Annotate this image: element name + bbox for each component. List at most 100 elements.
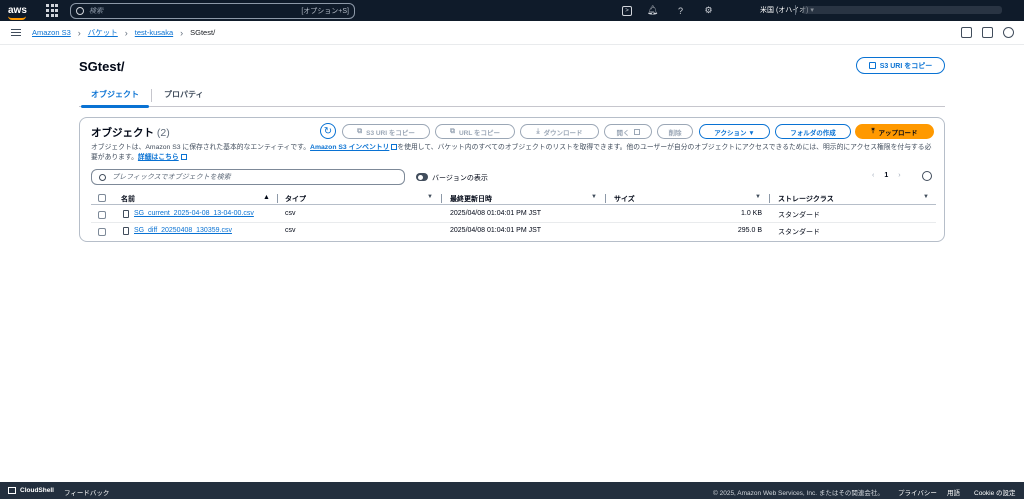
external-link-icon: [633, 128, 640, 135]
object-type: csv: [285, 227, 296, 234]
chevron-right-icon: ›: [77, 27, 81, 38]
top-navigation-bar: aws 検索 [オプション+S] > 🔔︎ ? ⚙ 米国 (オハイオ) ▾: [0, 0, 1024, 21]
breadcrumb-amazon-s3[interactable]: Amazon S3: [32, 28, 71, 37]
refresh-button[interactable]: ↻: [320, 123, 336, 139]
copy-s3-uri-header-button[interactable]: S3 URI をコピー: [856, 57, 945, 74]
notifications-panel-icon[interactable]: [961, 27, 972, 38]
object-storage-class: スタンダード: [778, 229, 820, 236]
split-panel-icon[interactable]: [982, 27, 993, 38]
column-divider[interactable]: [441, 194, 442, 203]
sort-icon[interactable]: ▼: [591, 194, 597, 200]
column-size[interactable]: サイズ: [614, 194, 635, 204]
row-checkbox[interactable]: [98, 228, 106, 236]
upload-button[interactable]: ⤒ アップロード: [855, 124, 934, 139]
tab-objects[interactable]: オブジェクト: [79, 86, 151, 108]
select-all-checkbox[interactable]: [98, 194, 106, 202]
file-icon: [123, 227, 129, 235]
prefix-search-input[interactable]: プレフィックスでオブジェクトを検索: [91, 169, 405, 185]
delete-button[interactable]: 削除: [657, 124, 693, 139]
search-shortcut-hint: [オプション+S]: [301, 7, 349, 15]
copy-icon: [868, 62, 876, 69]
feedback-link[interactable]: フィードバック: [64, 487, 109, 497]
chevron-right-icon: ›: [124, 27, 128, 38]
sort-icon[interactable]: ▼: [755, 194, 761, 200]
account-menu[interactable]: [802, 6, 1002, 14]
copy-s3-uri-button[interactable]: ⧉ S3 URI をコピー: [342, 124, 430, 139]
copy-url-button[interactable]: ⧉ URL をコピー: [435, 124, 515, 139]
sort-icon[interactable]: ▼: [923, 194, 929, 200]
info-panel-icon[interactable]: [1003, 27, 1014, 38]
column-divider[interactable]: [605, 194, 606, 203]
sort-icon[interactable]: ▼: [427, 194, 433, 200]
aws-logo[interactable]: aws: [8, 6, 36, 20]
sort-ascending-icon[interactable]: ▲: [263, 194, 270, 201]
cloudshell-icon[interactable]: >: [622, 5, 632, 16]
object-type: csv: [285, 210, 296, 217]
create-folder-button[interactable]: フォルダの作成: [775, 124, 851, 139]
object-last-modified: 2025/04/08 01:04:01 PM JST: [450, 227, 542, 234]
object-name-link[interactable]: SG_current_2025-04-08_13-04-00.csv: [134, 210, 254, 217]
breadcrumb: Amazon S3 › バケット › test-kusaka › SGtest/: [32, 27, 215, 38]
copyright-text: © 2025, Amazon Web Services, Inc. またはその関…: [713, 490, 884, 497]
gear-icon[interactable]: ⚙: [701, 3, 716, 18]
objects-panel: オブジェクト (2) ↻ ⧉ S3 URI をコピー ⧉ URL をコピー ⤓ …: [79, 117, 945, 242]
row-checkbox[interactable]: [98, 211, 106, 219]
copy-icon: ⧉: [357, 127, 363, 135]
object-storage-class: スタンダード: [778, 212, 820, 219]
inventory-link[interactable]: Amazon S3 インベントリ: [310, 144, 389, 151]
column-divider[interactable]: [769, 194, 770, 203]
objects-description: オブジェクトは、Amazon S3 に保存された基本的なエンティティです。Ama…: [91, 143, 936, 163]
next-page-icon[interactable]: ›: [898, 172, 900, 179]
download-button[interactable]: ⤓ ダウンロード: [520, 124, 599, 139]
cloudshell-label: CloudShell: [20, 487, 54, 494]
external-link-icon: [180, 154, 187, 160]
column-storage-class[interactable]: ストレージクラス: [778, 194, 834, 204]
breadcrumb-bucket[interactable]: test-kusaka: [135, 28, 173, 37]
refresh-icon: ↻: [323, 125, 333, 137]
actions-dropdown-button[interactable]: アクション ▼: [699, 124, 770, 139]
tab-properties[interactable]: プロパティ: [152, 86, 216, 107]
cookie-settings-link[interactable]: Cookie の設定: [974, 487, 1016, 497]
tab-bar: オブジェクト プロパティ: [79, 86, 945, 108]
column-last-modified[interactable]: 最終更新日時: [450, 194, 492, 204]
upload-label: アップロード: [878, 129, 918, 137]
prev-page-icon[interactable]: ‹: [872, 172, 874, 179]
column-type[interactable]: タイプ: [285, 194, 306, 204]
current-page[interactable]: 1: [884, 172, 888, 179]
cloudshell-button[interactable]: CloudShell: [8, 487, 54, 494]
prefix-search-placeholder: プレフィックスでオブジェクトを検索: [112, 174, 231, 181]
upload-icon: ⤒: [871, 127, 875, 135]
show-versions-toggle[interactable]: [416, 173, 428, 181]
menu-icon[interactable]: [11, 27, 21, 39]
table-row: SG_current_2025-04-08_13-04-00.csv csv 2…: [91, 207, 936, 223]
create-folder-label: フォルダの作成: [790, 129, 836, 137]
objects-title-text: オブジェクト: [91, 127, 154, 139]
bell-icon[interactable]: 🔔︎: [645, 3, 660, 18]
copy-s3-uri-header-label: S3 URI をコピー: [879, 62, 933, 70]
file-icon: [123, 210, 129, 218]
privacy-link[interactable]: プライバシー: [898, 487, 937, 497]
open-button[interactable]: 開く: [604, 124, 652, 139]
learn-more-link[interactable]: 詳細はこちら: [138, 154, 179, 161]
terms-link[interactable]: 用語: [947, 487, 960, 497]
breadcrumb-current: SGtest/: [190, 28, 216, 37]
column-name[interactable]: 名前: [121, 194, 135, 204]
actions-label: アクション ▼: [714, 129, 755, 137]
table-row: SG_diff_20250408_130359.csv csv 2025/04/…: [91, 224, 936, 240]
global-search-input[interactable]: 検索 [オプション+S]: [70, 2, 355, 19]
services-grid-icon[interactable]: [46, 3, 60, 18]
breadcrumb-bar: Amazon S3 › バケット › test-kusaka › SGtest/: [0, 21, 1024, 45]
help-icon[interactable]: ?: [673, 3, 688, 18]
table-settings-icon[interactable]: [922, 171, 932, 181]
description-text-1: オブジェクトは、Amazon S3 に保存された基本的なエンティティです。: [91, 144, 311, 151]
delete-label: 削除: [668, 129, 682, 137]
show-versions-label: バージョンの表示: [432, 175, 488, 182]
terminal-icon: [8, 487, 16, 494]
search-icon: [99, 173, 106, 181]
global-search-placeholder: 検索: [89, 7, 103, 15]
table-header: 名前 ▲ タイプ ▼ 最終更新日時 ▼ サイズ ▼ ストレージクラス ▼: [91, 191, 936, 205]
column-divider[interactable]: [277, 194, 278, 203]
breadcrumb-buckets[interactable]: バケット: [88, 27, 118, 38]
page-title: SGtest/: [79, 59, 125, 74]
object-name-link[interactable]: SG_diff_20250408_130359.csv: [134, 227, 232, 234]
